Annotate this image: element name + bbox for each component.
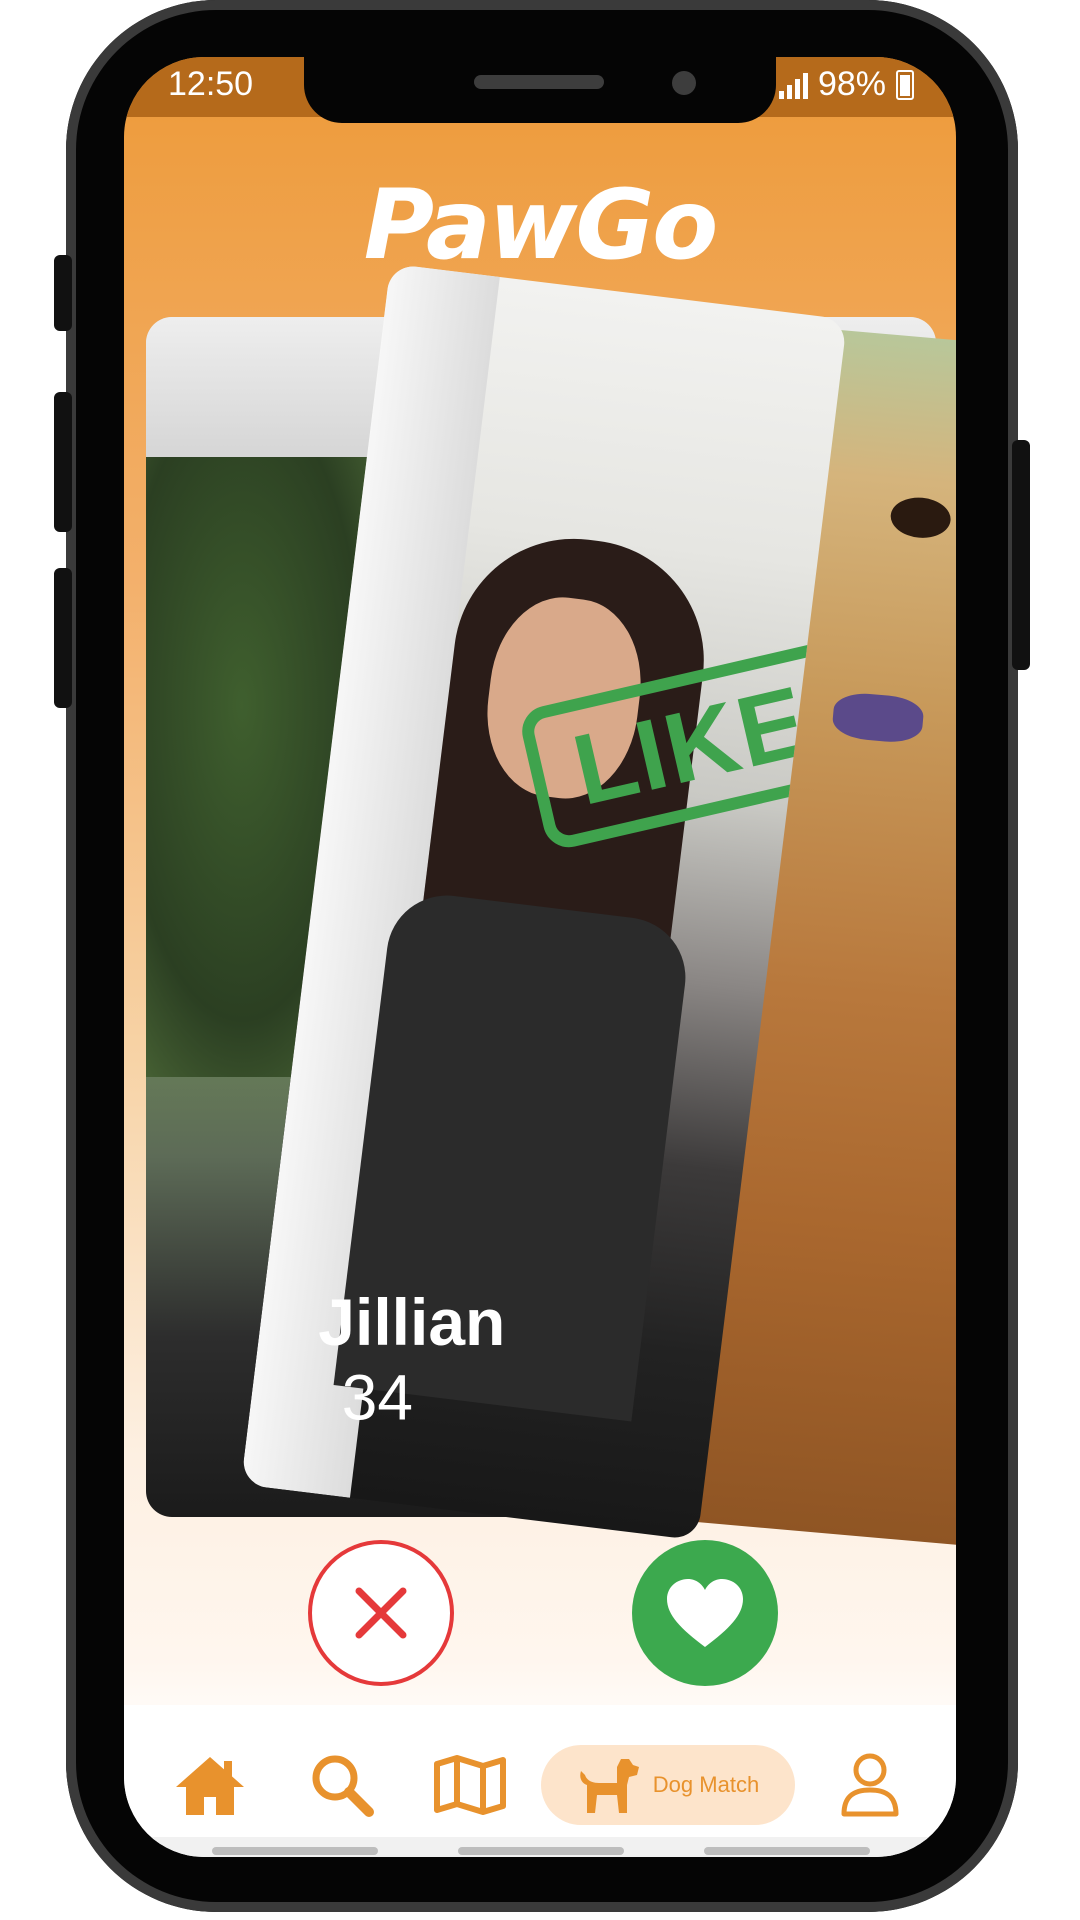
nav-home[interactable]: [170, 1745, 250, 1825]
nav-search[interactable]: [302, 1745, 382, 1825]
signal-icon: [778, 71, 808, 99]
nav-gesture-bar-right: [704, 1847, 870, 1855]
battery-percent: 98%: [817, 65, 886, 103]
side-button-right: [1012, 440, 1030, 670]
home-icon: [176, 1757, 244, 1815]
status-time: 12:50: [168, 65, 254, 103]
nav-dog-match-label: Dog Match: [652, 1772, 760, 1797]
dislike-button[interactable]: [308, 1540, 454, 1686]
dog-icon: [580, 1759, 639, 1813]
front-camera: [672, 71, 696, 95]
close-icon: [355, 1587, 407, 1639]
side-button-left-1: [54, 255, 72, 331]
heart-icon: [667, 1579, 743, 1647]
search-icon: [312, 1755, 374, 1817]
nav-gesture-bar-center: [458, 1847, 624, 1855]
speaker: [474, 75, 604, 89]
nav-profile[interactable]: [830, 1745, 910, 1825]
nav-map[interactable]: [430, 1745, 510, 1825]
app-logo: PawGo: [363, 169, 718, 281]
dog-eye: [889, 495, 953, 541]
profile-name: Jillian: [318, 1285, 506, 1360]
bottom-navigation: Dog Match: [124, 1705, 956, 1845]
side-button-left-3: [54, 568, 72, 708]
profile-icon: [841, 1753, 899, 1817]
notch: [304, 57, 776, 123]
battery-icon: [896, 69, 914, 100]
status-indicators: 98%: [778, 65, 914, 104]
dog-tongue: [831, 690, 925, 745]
app-screen: 12:50 98% PawGo G LIKE Jillian 34: [124, 57, 956, 1857]
map-icon: [434, 1755, 506, 1815]
profile-age: 34: [341, 1361, 413, 1434]
nav-gesture-bar-left: [212, 1847, 378, 1855]
like-button[interactable]: [632, 1540, 778, 1686]
nav-dog-match[interactable]: Dog Match: [541, 1745, 795, 1825]
side-button-left-2: [54, 392, 72, 532]
